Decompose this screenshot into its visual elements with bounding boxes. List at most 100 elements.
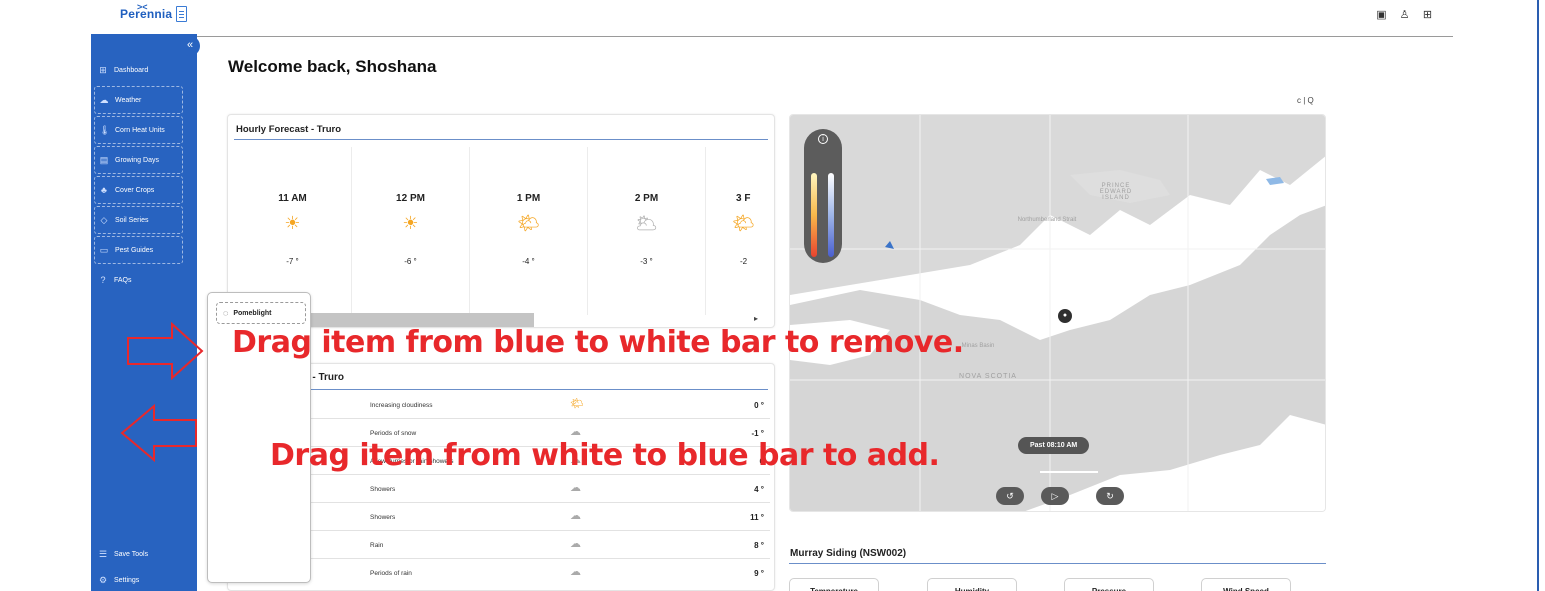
hour-column: 1 PM 🌤 -4 °: [470, 147, 588, 315]
hour-temp: -4 °: [522, 257, 535, 266]
partly-sunny-icon: 🌤: [517, 213, 540, 233]
hour-column: 2 PM 🌥 -3 °: [588, 147, 706, 315]
hour-time: 3 F: [736, 193, 751, 204]
right-arrow-annotation: [127, 321, 204, 381]
sidebar-item-dashboard[interactable]: ⊞ Dashboard: [94, 56, 183, 84]
forecast-temp: -1 °: [751, 429, 764, 438]
table-row: Periods of rain ☁ 9 °: [234, 560, 770, 587]
cloudy-icon: 🌥: [635, 213, 658, 233]
logo[interactable]: Perennia ><: [120, 2, 188, 22]
snow-icon: ☁: [570, 426, 581, 438]
sidebar-item-label: Cover Crops: [115, 186, 155, 194]
map-legend: i: [804, 129, 842, 263]
drag-item-pomeblight[interactable]: ◌ Pomeblight: [216, 302, 306, 324]
table-row: Showers ☁ 4 °: [234, 476, 770, 503]
user-icon[interactable]: ♙: [1398, 9, 1411, 22]
dashboard-icon: ⊞: [99, 64, 107, 75]
hour-time: 11 AM: [278, 193, 307, 204]
soil-icon: ◇: [100, 214, 108, 225]
logo-book-icon: [176, 6, 188, 22]
forward-button[interactable]: ↻: [1096, 487, 1124, 505]
collapse-sidebar-button[interactable]: «: [180, 36, 200, 56]
table-row: Increasing cloudiness 🌤 0 °: [234, 392, 770, 419]
timeline-track[interactable]: [1040, 471, 1098, 473]
sidebar-item-soil-series[interactable]: ◇ Soil Series: [94, 206, 183, 234]
hour-temp: -2: [740, 257, 748, 266]
sidebar-item-weather[interactable]: ☁ Weather: [94, 86, 183, 114]
hour-column: 3 F 🌤 -2: [706, 147, 774, 315]
sidebar-item-growing-days[interactable]: ▤ Growing Days: [94, 146, 183, 174]
map-label-strait: Northumberland Strait: [1017, 217, 1077, 223]
hour-column: 12 PM ☀ -6 °: [352, 147, 470, 315]
metric-wind-speed[interactable]: Wind Speed: [1201, 578, 1291, 591]
hour-time: 1 PM: [516, 193, 541, 204]
left-arrow-annotation: [120, 403, 197, 463]
plant-icon: ♣: [101, 185, 107, 195]
play-button[interactable]: ▷: [1041, 487, 1069, 505]
sun-icon: ☀: [284, 213, 301, 233]
rewind-button[interactable]: ↺: [996, 487, 1024, 505]
forecast-description: Showers: [370, 486, 396, 493]
logo-mark: ><: [137, 2, 148, 12]
hourly-forecast-title: Hourly Forecast - Truro: [236, 124, 342, 135]
add-instruction: Drag item from white to blue bar to add.: [270, 438, 940, 473]
sidebar-item-label: Soil Series: [115, 216, 149, 224]
list-icon: ☰: [98, 548, 108, 559]
gear-icon: ⚙: [98, 574, 108, 585]
clipboard-icon[interactable]: ▣: [1375, 9, 1388, 22]
sidebar-item-label: Save Tools: [114, 550, 149, 558]
station-marker-icon[interactable]: ●: [1058, 309, 1072, 323]
sidebar-item-label: Dashboard: [114, 66, 149, 74]
map-tool-icons[interactable]: c | Q: [1297, 96, 1314, 105]
precipitation-scale-bar: [828, 173, 834, 257]
info-icon[interactable]: i: [818, 134, 828, 144]
metric-pressure[interactable]: Pressure: [1064, 578, 1154, 591]
thermometer-icon: 🌡: [99, 124, 111, 135]
remove-instruction: Drag item from blue to white bar to remo…: [232, 325, 964, 360]
map-time-label: Past 08:10 AM: [1018, 437, 1090, 454]
map-label-nova-scotia: NOVA SCOTIA: [959, 373, 1017, 380]
rain-icon: ☁: [570, 566, 581, 578]
scroll-right-icon[interactable]: ▸: [754, 314, 758, 323]
forecast-description: Increasing cloudiness: [370, 402, 433, 409]
card-divider: [234, 389, 768, 390]
sidebar-item-label: Pest Guides: [115, 246, 154, 254]
sidebar-item-settings[interactable]: ⚙ Settings: [94, 566, 183, 591]
map-label-basin: Minas Basin: [961, 343, 995, 349]
hour-temp: -3 °: [640, 257, 653, 266]
sun-icon: ☀: [402, 213, 419, 233]
sidebar-item-save-tools[interactable]: ☰ Save Tools: [94, 540, 183, 568]
metric-temperature[interactable]: Temperature: [789, 578, 879, 591]
sidebar-item-pest-guides[interactable]: ▭ Pest Guides: [94, 236, 183, 264]
sidebar-item-label: Corn Heat Units: [115, 126, 165, 134]
metric-humidity[interactable]: Humidity: [927, 578, 1017, 591]
hour-temp: -6 °: [404, 257, 417, 266]
card-divider: [234, 139, 768, 140]
map-label-pei: PRINCE EDWARD ISLAND: [1099, 183, 1133, 201]
forecast-description: Rain: [370, 542, 384, 549]
sidebar-item-corn-heat-units[interactable]: 🌡 Corn Heat Units: [94, 116, 183, 144]
sidebar-item-label: FAQs: [114, 276, 132, 284]
grid-icon[interactable]: ⊞: [1421, 9, 1434, 22]
forecast-temp: 8 °: [754, 541, 764, 550]
hour-temp: -7 °: [286, 257, 299, 266]
table-row: Rain ☁ 8 °: [234, 532, 770, 559]
hour-time: 12 PM: [396, 193, 425, 204]
forecast-description: Periods of rain: [370, 570, 412, 577]
sidebar-item-cover-crops[interactable]: ♣ Cover Crops: [94, 176, 183, 204]
table-row: Showers ☁ 11 °: [234, 504, 770, 531]
forecast-description: Showers: [370, 514, 396, 521]
top-bar: Perennia >< ▣ ♙ ⊞: [0, 0, 1545, 34]
rain-icon: ☁: [570, 510, 581, 522]
hour-column: 11 AM ☀ -7 °: [234, 147, 352, 315]
rain-icon: ☁: [570, 482, 581, 494]
page-title: Welcome back, Shoshana: [228, 57, 437, 76]
rain-icon: ☁: [570, 538, 581, 550]
sidebar-item-faqs[interactable]: ? FAQs: [94, 266, 183, 294]
forecast-temp: 9 °: [754, 569, 764, 578]
partly-sunny-icon: 🌤: [732, 213, 755, 233]
partly-sunny-icon: 🌤: [570, 398, 584, 410]
station-divider: [789, 563, 1326, 564]
header-icons: ▣ ♙ ⊞: [1375, 9, 1434, 22]
right-border: [1537, 0, 1539, 591]
